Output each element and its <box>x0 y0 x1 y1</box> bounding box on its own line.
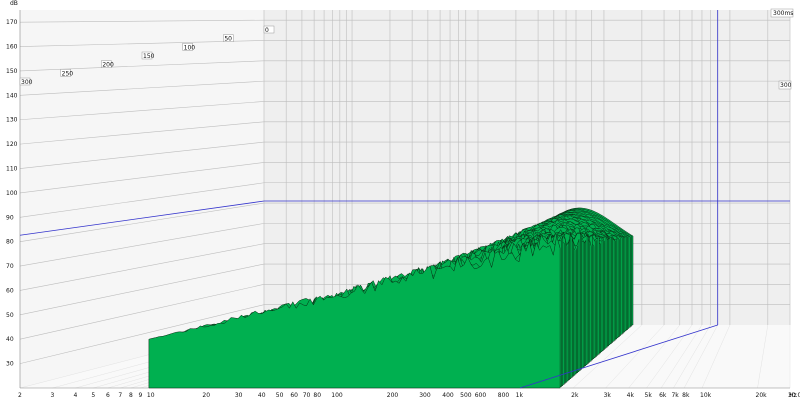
x-tick-label: 400 <box>442 392 454 399</box>
x-tick-label: 600 <box>475 392 487 399</box>
y-tick-label: 140 <box>6 92 18 99</box>
x-tick-label: 8 <box>129 392 133 399</box>
y-tick-label: 50 <box>6 312 14 319</box>
x-tick-label: 20k <box>756 392 768 399</box>
y-axis-unit: dB <box>10 0 18 7</box>
y-tick-label: 170 <box>6 19 18 26</box>
right-marker-badge: 300 <box>778 80 792 90</box>
y-tick-label: 30 <box>6 361 14 368</box>
x-tick-label: 60 <box>290 392 298 399</box>
x-tick-label: 5 <box>91 392 95 399</box>
x-tick-label: 70 <box>303 392 311 399</box>
time-tick: 50 <box>223 34 234 43</box>
y-tick-label: 110 <box>6 166 18 173</box>
time-tick: 150 <box>141 51 155 60</box>
x-tick-label: 7k <box>671 392 679 399</box>
time-unit-badge: 300ms <box>770 8 793 18</box>
x-tick-label: 100 <box>331 392 343 399</box>
time-tick-label: 250 <box>62 70 74 77</box>
time-tick: 300 <box>19 77 33 86</box>
time-tick-label: 0 <box>265 27 269 34</box>
x-tick-label: 8k <box>682 392 690 399</box>
x-tick-label: 6 <box>106 392 110 399</box>
x-tick-label: 3 <box>50 392 54 399</box>
x-tick-label: 5k <box>645 392 653 399</box>
time-unit-label: 300ms <box>773 10 793 17</box>
right-marker-label: 300 <box>780 82 792 89</box>
y-tick-label: 120 <box>6 141 18 148</box>
y-tick-label: 100 <box>6 190 18 197</box>
x-tick-label: 2k <box>571 392 579 399</box>
x-tick-label: 9 <box>138 392 142 399</box>
x-tick-label: 80 <box>313 392 321 399</box>
x-tick-label: 4 <box>74 392 78 399</box>
x-tick-label: 50 <box>276 392 284 399</box>
x-tick-label: 30 <box>235 392 243 399</box>
x-tick-label: 2 <box>18 392 22 399</box>
time-tick-label: 50 <box>224 36 232 43</box>
time-tick: 200 <box>101 60 114 69</box>
y-tick-label: 40 <box>6 336 14 343</box>
x-tick-label: 10 <box>147 392 155 399</box>
time-tick: 100 <box>182 43 196 51</box>
time-tick-label: 100 <box>184 44 196 51</box>
y-tick-label: 160 <box>6 44 18 51</box>
x-tick-label: 200 <box>387 392 399 399</box>
time-tick-label: 200 <box>102 62 114 69</box>
y-tick-label: 80 <box>6 239 14 246</box>
waterfall-plot[interactable]: dB Hz 300ms 300 304050607080901001101201… <box>0 0 800 400</box>
x-tick-label: 300 <box>419 392 431 399</box>
y-tick-label: 130 <box>6 117 18 124</box>
y-tick-label: 60 <box>6 287 14 294</box>
x-tick-label: 6k <box>659 392 667 399</box>
time-tick: 0 <box>263 25 275 34</box>
y-tick-label: 150 <box>6 68 18 75</box>
time-tick: 250 <box>60 69 74 77</box>
x-tick-label: 4k <box>627 392 635 399</box>
x-tick-label: 500 <box>460 392 472 399</box>
x-tick-label: 1k <box>516 392 524 399</box>
y-tick-label: 90 <box>6 214 14 221</box>
x-tick-label: 3k <box>604 392 612 399</box>
x-tick-label: 20 <box>202 392 210 399</box>
x-tick-label: 10k <box>700 392 712 399</box>
x-tick-label: 30.0k <box>788 392 800 399</box>
x-tick-label: 40 <box>258 392 266 399</box>
time-tick-label: 300 <box>21 79 33 86</box>
time-tick-label: 150 <box>143 53 155 60</box>
x-tick-label: 800 <box>498 392 510 399</box>
x-tick-label: 7 <box>118 392 122 399</box>
y-tick-label: 70 <box>6 263 14 270</box>
